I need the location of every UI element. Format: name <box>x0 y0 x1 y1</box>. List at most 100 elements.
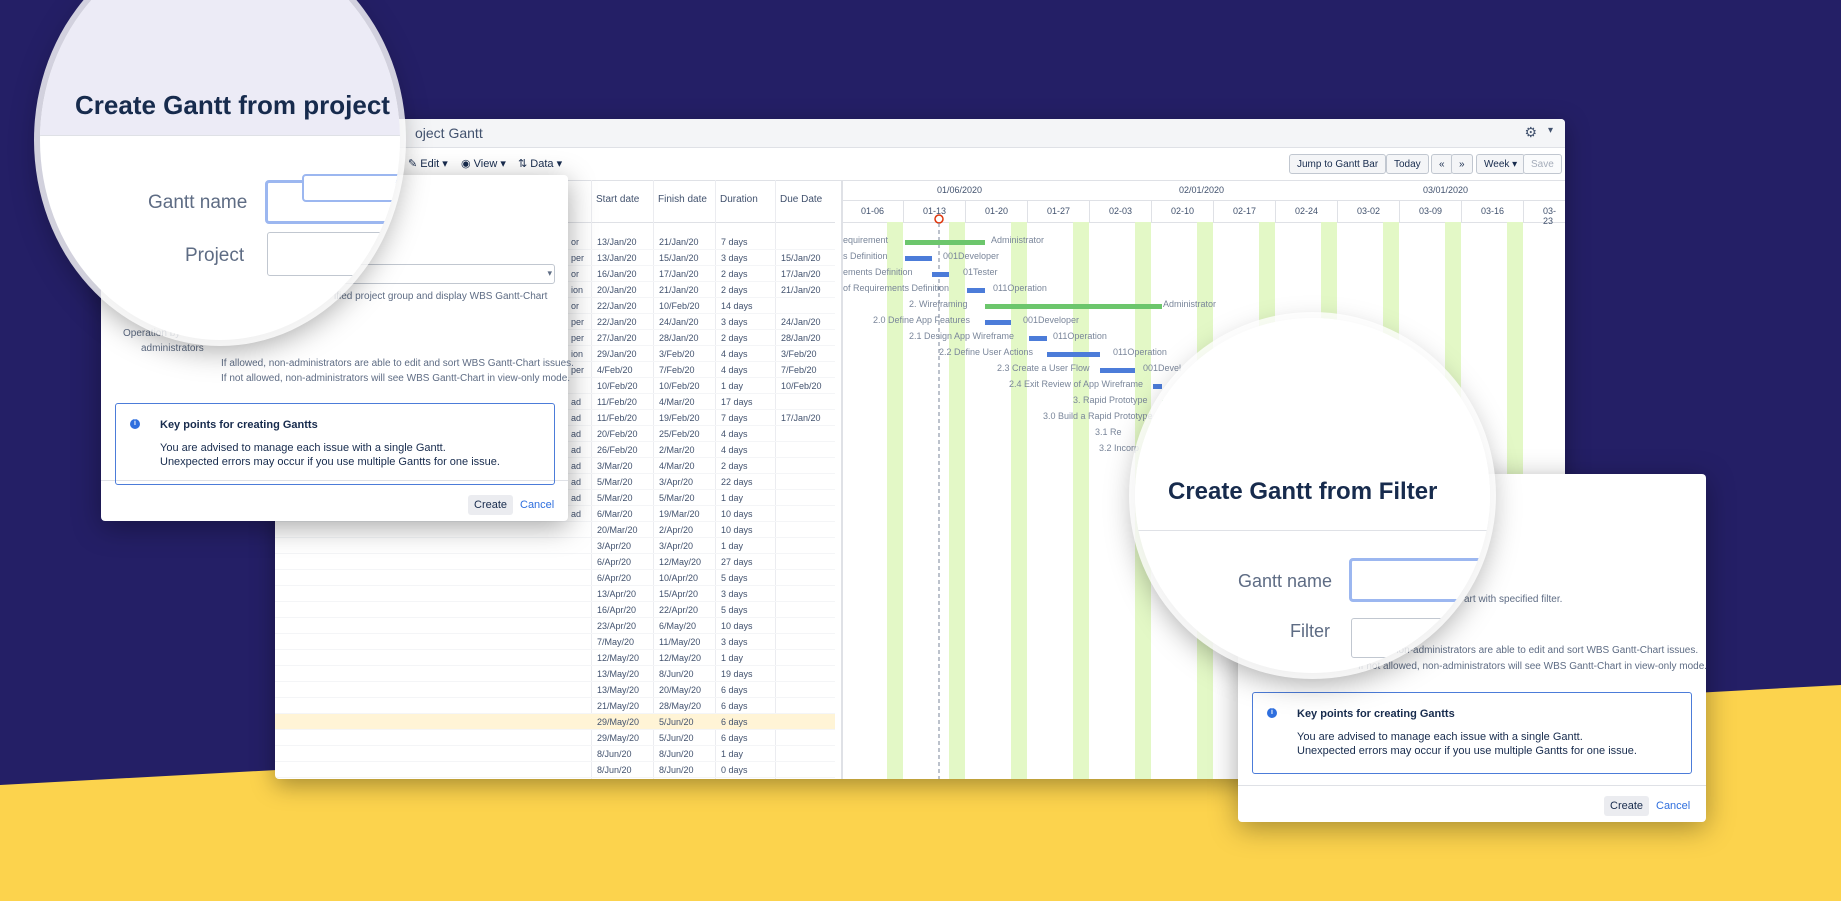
table-row[interactable]: ✓4.3 Exit Review of App Design000Team Le… <box>275 538 835 554</box>
start-date-cell: 3/Apr/20 <box>597 541 632 551</box>
gantt-bar-label: 3.2 Incorp <box>1099 443 1140 453</box>
gantt-bar[interactable] <box>905 256 932 261</box>
gantt-bar-label: 2.2 Define User Actions <box>939 347 1034 357</box>
start-date-cell: 6/Apr/20 <box>597 573 632 583</box>
start-date-cell: 20/Mar/20 <box>597 525 638 535</box>
jump-to-gantt-bar-button[interactable]: Jump to Gantt Bar <box>1289 154 1387 174</box>
gantt-bar[interactable] <box>984 320 1012 325</box>
start-date-cell: 6/Mar/20 <box>597 509 633 519</box>
due-date-header[interactable]: Due Date <box>780 194 822 205</box>
table-row[interactable]: ✓5.4. Exit Review of Development & I...0… <box>275 650 835 666</box>
table-row[interactable]: ✓6.0 Start of Test000Team Lead13/May/202… <box>275 682 835 698</box>
start-date-cell: 20/Feb/20 <box>597 429 638 439</box>
table-row[interactable]: ✓6.1 Integration Test000Team Lead21/May/… <box>275 698 835 714</box>
info-line-2: Unexpected errors may occur if you use m… <box>160 456 500 468</box>
data-menu[interactable]: ⇅ Data ▾ <box>518 157 562 170</box>
table-row[interactable]: ✓6.2 User Acceptance Test000Team Lead29/… <box>275 714 835 730</box>
cancel-button[interactable]: Cancel <box>514 495 560 515</box>
duration-cell: 4 days <box>721 429 748 439</box>
gantt-bar[interactable] <box>1029 336 1047 341</box>
finish-date-cell: 17/Jan/20 <box>659 269 699 279</box>
week-label: 02-10 <box>1171 206 1195 216</box>
start-date-header[interactable]: Start date <box>596 194 639 205</box>
finish-date-cell: 12/May/20 <box>659 557 702 567</box>
table-row[interactable]: ✓4.2 User Interface (UI) Design000Team L… <box>275 522 835 538</box>
start-date-cell: 6/Apr/20 <box>597 557 632 567</box>
filter-select-magnified[interactable] <box>1351 618 1490 658</box>
table-row[interactable]: ✓5.0 Start of App Coding000Team Lead6/Ap… <box>275 570 835 586</box>
start-date-cell: 26/Feb/20 <box>597 445 638 455</box>
table-row[interactable]: ✓6.3 Beta Test000Team Lead29/May/205/Jun… <box>275 730 835 746</box>
week-select[interactable]: Week ▾ <box>1476 154 1526 174</box>
gantt-name-input[interactable] <box>1349 558 1490 602</box>
week-divider <box>1337 200 1338 222</box>
gear-icon[interactable]: ⚙ <box>1524 124 1537 141</box>
table-row[interactable]: ✓6.5 Completed App000Team Lead8/Jun/208/… <box>275 762 835 778</box>
week-label: 02-17 <box>1233 206 1257 216</box>
start-date-cell: 11/Feb/20 <box>597 397 637 407</box>
gantt-bar-label: 2.3 Create a User Flow <box>997 363 1090 373</box>
gantt-bar[interactable] <box>1099 368 1136 373</box>
finish-date-cell: 11/May/20 <box>659 637 701 647</box>
gantt-bar-label: Administrator <box>1163 299 1217 309</box>
gantt-bar[interactable] <box>967 288 985 293</box>
save-button[interactable]: Save <box>1523 154 1562 174</box>
gantt-bar[interactable] <box>984 304 1162 309</box>
info-icon: i <box>130 419 140 429</box>
app-title: oject Gantt <box>415 125 483 141</box>
start-date-cell: 13/Jan/20 <box>597 253 637 263</box>
duration-header[interactable]: Duration <box>720 194 758 205</box>
prev-button[interactable]: « <box>1431 154 1453 174</box>
start-date-cell: 11/Feb/20 <box>597 413 637 423</box>
table-row[interactable]: ▾⚡5. Development & Iteration000Team Lead… <box>275 554 835 570</box>
header-divider <box>843 200 1565 201</box>
create-button[interactable]: Create <box>1604 796 1650 816</box>
table-row[interactable]: ✓5.1 Unit Test000Team Lead13/Apr/2015/Ap… <box>275 586 835 602</box>
chevron-down-icon[interactable]: ▾ <box>1548 125 1553 136</box>
week-label: 03-23 <box>1543 206 1557 226</box>
table-row[interactable]: ▾⚡6. Test000Team Lead13/May/208/Jun/2019… <box>275 666 835 682</box>
table-row[interactable]: ✓6.4 Exit Review of Test000Team Lead8/Ju… <box>275 746 835 762</box>
project-select-magnified[interactable] <box>267 232 400 276</box>
table-row[interactable]: ✓5.2 Bug Fix000Team Lead16/Apr/2022/Apr/… <box>275 602 835 618</box>
table-row[interactable]: ✓5.4 Unit Test000Team Lead7/May/2011/May… <box>275 634 835 650</box>
magnifier-create-from-filter: Create Gantt from Filter Gantt name Filt… <box>1135 318 1490 673</box>
finish-date-cell: 22/Apr/20 <box>659 605 699 615</box>
today-button[interactable]: Today <box>1386 154 1429 174</box>
duration-cell: 6 days <box>721 685 748 695</box>
finish-date-cell: 28/Jan/20 <box>659 333 699 343</box>
start-date-cell: 22/Jan/20 <box>597 317 637 327</box>
allow-text: If allowed, non-administrators are able … <box>221 358 574 369</box>
week-divider <box>1027 200 1028 222</box>
duration-cell: 1 day <box>721 653 744 663</box>
week-label: 02-24 <box>1295 206 1319 216</box>
week-divider <box>1399 200 1400 222</box>
finish-date-cell: 10/Apr/20 <box>659 573 699 583</box>
finish-date-header[interactable]: Finish date <box>658 194 707 205</box>
view-menu[interactable]: ◉ View ▾ <box>461 157 506 170</box>
finish-date-cell: 20/May/20 <box>659 685 702 695</box>
due-date-cell: 3/Feb/20 <box>781 349 817 359</box>
start-date-cell: 7/May/20 <box>597 637 635 647</box>
start-date-cell: 21/May/20 <box>597 701 640 711</box>
week-divider <box>1461 200 1462 222</box>
gantt-bar[interactable] <box>1046 352 1100 357</box>
gantt-name-input-focus <box>302 174 400 202</box>
start-date-cell: 29/May/20 <box>597 717 640 727</box>
week-divider <box>1523 200 1524 222</box>
gantt-bar[interactable] <box>905 240 985 245</box>
info-line-2: Unexpected errors may occur if you use m… <box>1297 745 1637 757</box>
finish-date-cell: 21/Jan/20 <box>659 285 699 295</box>
info-title: Key points for creating Gantts <box>160 419 318 431</box>
gantt-bar[interactable] <box>931 272 950 277</box>
cancel-button[interactable]: Cancel <box>1650 796 1696 816</box>
finish-date-cell: 3/Apr/20 <box>659 477 694 487</box>
table-row[interactable]: ✓5.3 Incorporate Core App Functiona...00… <box>275 618 835 634</box>
edit-menu[interactable]: ✎ Edit ▾ <box>408 157 448 170</box>
gantt-bar-label: of Requirements Definition <box>843 283 950 293</box>
gantt-bar-label: 001Developer <box>1023 315 1080 325</box>
start-date-cell: 22/Jan/20 <box>597 301 637 311</box>
gantt-bar-label: Administrator <box>991 235 1045 245</box>
next-button[interactable]: » <box>1451 154 1473 174</box>
create-button[interactable]: Create <box>468 495 514 515</box>
